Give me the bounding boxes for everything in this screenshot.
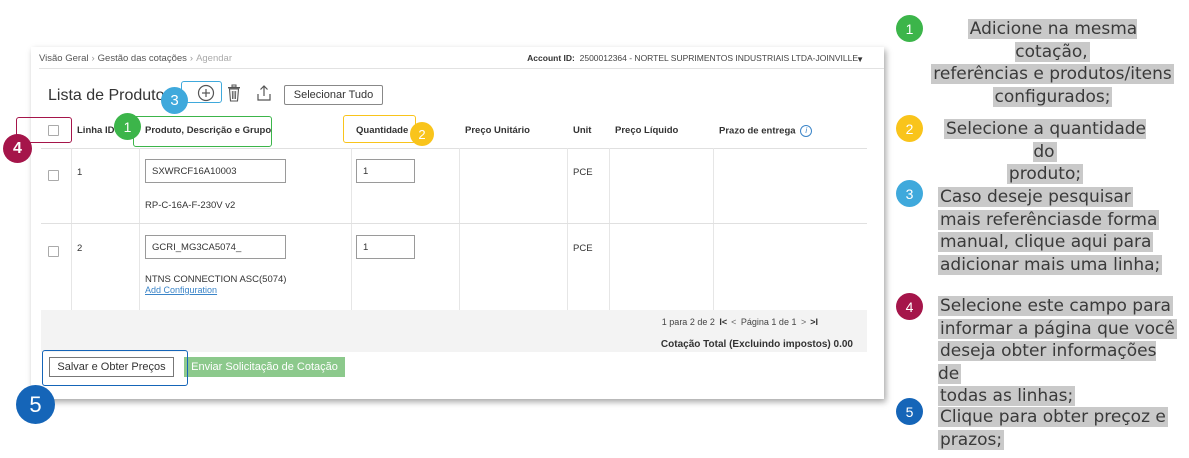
- page-title: Lista de Produto: [48, 87, 165, 104]
- product-list-panel: Visão Geral › Gestão das cotações › Agendar …: [31, 47, 884, 399]
- header-line-id: Linha ID: [77, 125, 115, 136]
- header-unit-price: Preço Unitário: [465, 125, 530, 136]
- instruction-number: 1: [896, 15, 923, 42]
- table-row: 1 RP-C-16A-F-230V v2 PCE: [41, 148, 867, 224]
- add-configuration-link[interactable]: Add Configuration: [145, 285, 217, 295]
- quantity-input[interactable]: [356, 159, 415, 183]
- prev-page-icon[interactable]: <: [731, 317, 736, 327]
- product-description: NTNS CONNECTION ASC(5074): [145, 274, 287, 285]
- instruction-number: 5: [896, 398, 923, 425]
- highlight-product-column: [133, 116, 272, 147]
- breadcrumb-item-quotes[interactable]: Gestão das cotações: [98, 53, 187, 64]
- table-row: 2 NTNS CONNECTION ASC(5074) Add Configur…: [41, 224, 867, 310]
- badge-5: 5: [16, 385, 55, 424]
- account-selector[interactable]: Account ID: 2500012364 - NORTEL SUPRIMEN…: [527, 53, 858, 63]
- pagination-page: Página 1 de 1: [740, 317, 797, 327]
- line-id: 2: [77, 243, 83, 254]
- top-bar: Visão Geral › Gestão das cotações › Agendar …: [31, 47, 884, 69]
- instruction-text: Adicione na mesma cotação, referências e…: [931, 19, 1174, 107]
- caret-down-icon[interactable]: ▼: [856, 55, 864, 64]
- row-checkbox[interactable]: [48, 246, 59, 257]
- instruction-text: Caso deseje pesquisar mais referênciasde…: [938, 187, 1163, 275]
- line-id: 1: [77, 167, 83, 178]
- instruction-text: Selecione este campo para informar a pág…: [938, 296, 1177, 406]
- chevron-right-icon: ›: [189, 53, 194, 64]
- product-description: RP-C-16A-F-230V v2: [145, 200, 236, 211]
- pagination-range: 1 para 2 de 2: [661, 317, 715, 327]
- chevron-right-icon: ›: [91, 53, 95, 64]
- quote-total: Cotação Total (Excluindo impostos) 0.00: [660, 339, 853, 350]
- info-icon[interactable]: i: [800, 125, 813, 137]
- pagination: 1 para 2 de 2 I< < Página 1 de 1 > >I: [662, 317, 820, 327]
- badge-1: 1: [114, 113, 141, 140]
- product-code-input[interactable]: [145, 235, 286, 259]
- upload-icon[interactable]: [253, 82, 275, 104]
- trash-icon[interactable]: [223, 82, 245, 104]
- header-net-price: Preço Líquido: [615, 125, 679, 136]
- badge-4: 4: [3, 134, 32, 163]
- first-page-icon[interactable]: I<: [719, 317, 727, 327]
- instruction-text: Selecione a quantidade do produto;: [944, 119, 1146, 184]
- last-page-icon[interactable]: >I: [810, 317, 818, 327]
- instruction-number: 4: [896, 293, 923, 320]
- breadcrumb: Visão Geral › Gestão das cotações › Agendar: [39, 53, 232, 64]
- select-all-button[interactable]: Selecionar Tudo: [284, 85, 383, 105]
- breadcrumb-item-current: Agendar: [196, 53, 232, 64]
- divider: [39, 68, 884, 69]
- header-unit: Unit: [573, 125, 592, 136]
- header-delivery-time: Prazo de entrega i: [719, 125, 813, 137]
- instruction-text: Clique para obter preçoz e prazos;: [938, 407, 1168, 450]
- badge-2: 2: [410, 122, 434, 146]
- header-delivery-time-label: Prazo de entrega: [719, 125, 796, 137]
- breadcrumb-item-overview[interactable]: Visão Geral: [39, 53, 88, 64]
- unit-value: PCE: [573, 167, 593, 178]
- row-checkbox[interactable]: [48, 170, 59, 181]
- instruction-number: 2: [896, 115, 923, 142]
- highlight-quantity-column: [343, 115, 416, 143]
- highlight-save-button: [42, 350, 188, 386]
- next-page-icon[interactable]: >: [801, 317, 806, 327]
- account-value: 2500012364 - NORTEL SUPRIMENTOS INDUSTRI…: [579, 53, 858, 63]
- instruction-number: 3: [896, 180, 923, 207]
- badge-3: 3: [161, 87, 188, 114]
- quantity-input[interactable]: [356, 235, 415, 259]
- send-quote-request-button[interactable]: Enviar Solicitação de Cotação: [184, 357, 345, 377]
- unit-value: PCE: [573, 243, 593, 254]
- product-code-input[interactable]: [145, 159, 286, 183]
- account-label: Account ID:: [527, 53, 575, 63]
